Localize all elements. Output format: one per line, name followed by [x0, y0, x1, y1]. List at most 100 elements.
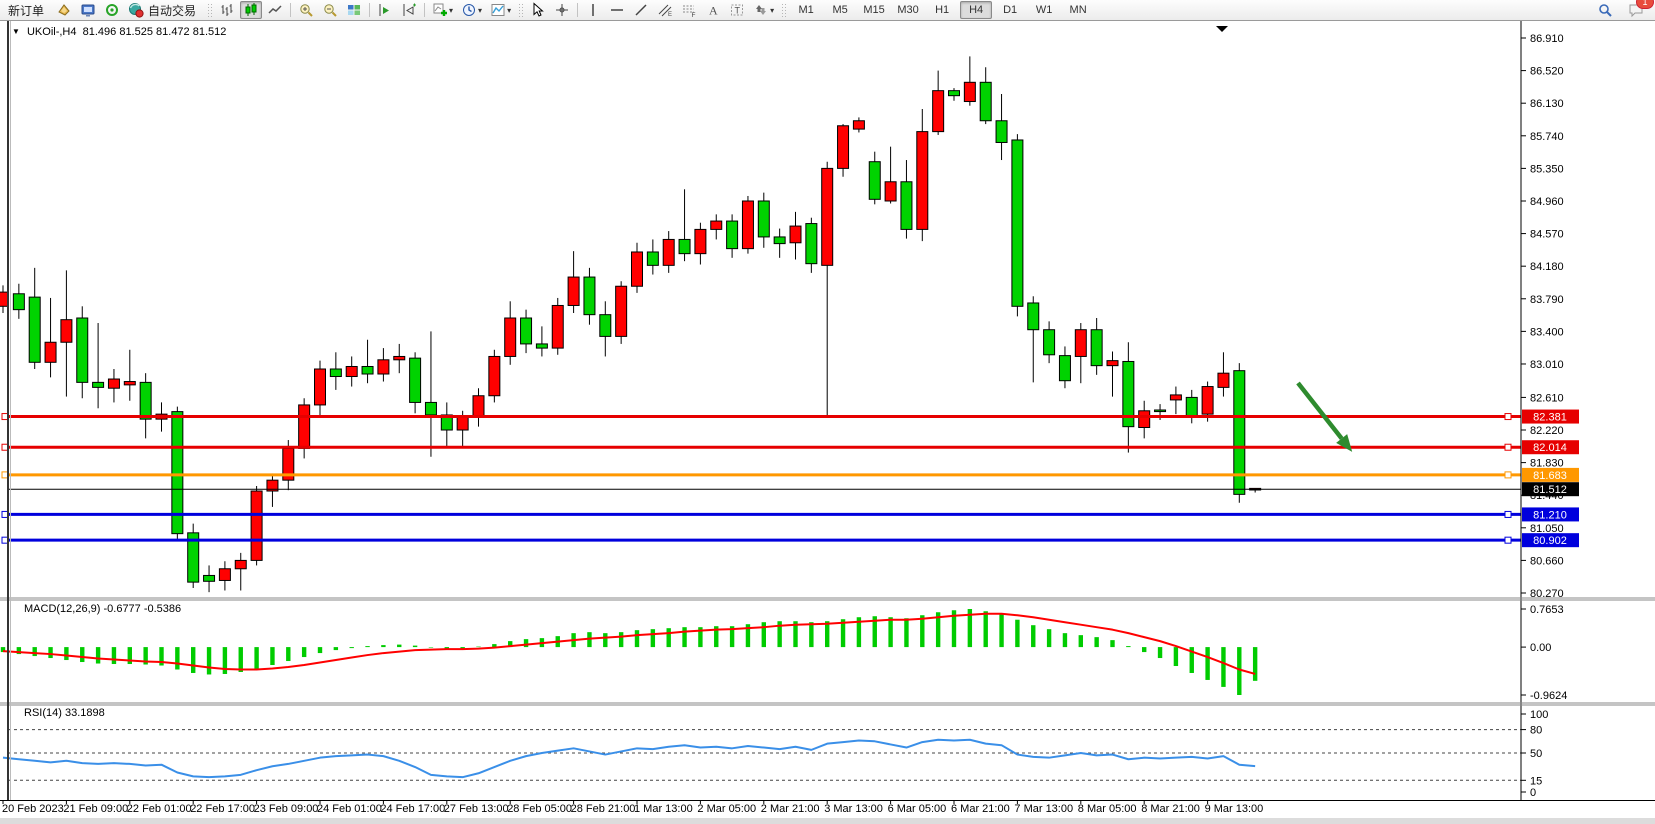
horizontal-line-tool-icon[interactable]	[606, 1, 628, 19]
price-tick-label: 80.270	[1530, 588, 1564, 600]
price-tick-label: 85.350	[1530, 163, 1564, 175]
chart-canvas[interactable]: 86.91086.52086.13085.74085.35084.96084.5…	[0, 0, 1655, 824]
timeframe-button-m5[interactable]: M5	[824, 1, 856, 19]
time-tick-label: 7 Mar 13:00	[1014, 803, 1073, 815]
price-tick-label: 83.400	[1530, 326, 1564, 338]
chevron-down-icon[interactable]: ▾	[449, 6, 453, 15]
svg-text:81.210: 81.210	[1533, 509, 1567, 521]
chevron-down-icon[interactable]: ▾	[770, 6, 774, 15]
chevron-down-icon[interactable]: ▾	[507, 6, 511, 15]
rsi-tick-label: 100	[1530, 709, 1548, 721]
price-level-badge: 81.210	[1522, 507, 1579, 521]
arrows-tool-icon[interactable]: ▾	[750, 1, 777, 19]
strategy-tester-icon[interactable]	[101, 1, 123, 19]
price-tick-label: 84.180	[1530, 261, 1564, 273]
price-tick-label: 86.520	[1530, 66, 1564, 78]
indicators-icon[interactable]: ▾	[429, 1, 456, 19]
time-tick-label: 22 Feb 01:00	[127, 803, 192, 815]
price-level-badge: 82.014	[1522, 440, 1579, 454]
time-tick-label: 6 Mar 05:00	[888, 803, 947, 815]
timeframe-button-h4[interactable]: H4	[960, 1, 992, 19]
toolbar-gripper	[207, 3, 212, 17]
tile-windows-icon[interactable]	[343, 1, 365, 19]
price-tick-label: 82.220	[1530, 425, 1564, 437]
autotrading-button[interactable]: 自动交易	[125, 1, 203, 19]
time-tick-label: 27 Feb 13:00	[444, 803, 509, 815]
price-tick-label: 83.010	[1530, 359, 1564, 371]
price-level-badge: 82.381	[1522, 410, 1579, 424]
time-tick-label: 8 Mar 21:00	[1141, 803, 1200, 815]
terminal-icon[interactable]	[77, 1, 99, 19]
price-tick-label: 85.740	[1530, 131, 1564, 143]
timeframe-button-m30[interactable]: M30	[892, 1, 924, 19]
fibonacci-tool-icon[interactable]: F	[678, 1, 700, 19]
rsi-tick-label: 0	[1530, 787, 1536, 799]
timeframe-button-m15[interactable]: M15	[858, 1, 890, 19]
timeframe-button-m1[interactable]: M1	[790, 1, 822, 19]
trendline-tool-icon[interactable]	[630, 1, 652, 19]
mt4-terminal: 新订单 自动交易	[0, 0, 1655, 824]
chart-title[interactable]: ▼ UKOil-,H4 81.496 81.525 81.472 81.512	[12, 26, 226, 38]
crosshair-icon[interactable]	[551, 1, 573, 19]
time-tick-label: 1 Mar 13:00	[634, 803, 693, 815]
price-tick-label: 84.570	[1530, 229, 1564, 241]
svg-text:T: T	[735, 6, 741, 16]
time-tick-label: 22 Feb 17:00	[190, 803, 255, 815]
chevron-down-icon[interactable]: ▾	[478, 6, 482, 15]
timeframe-button-h1[interactable]: H1	[926, 1, 958, 19]
equidistant-channel-tool-icon[interactable]: E	[654, 1, 676, 19]
zoom-in-icon[interactable]	[295, 1, 317, 19]
time-tick-label: 6 Mar 21:00	[951, 803, 1010, 815]
price-tick-label: 81.050	[1530, 523, 1564, 535]
window-bottom-strip	[0, 818, 1655, 824]
timeframe-button-d1[interactable]: D1	[994, 1, 1026, 19]
time-tick-label: 2 Mar 21:00	[761, 803, 820, 815]
new-order-button[interactable]: 新订单	[1, 1, 51, 19]
chart-title-ohlc: 81.496 81.525 81.472 81.512	[83, 26, 227, 38]
toolbar-separator	[290, 3, 291, 17]
notification-badge: 1	[1636, 0, 1654, 9]
time-tick-label: 9 Mar 13:00	[1205, 803, 1264, 815]
periods-clock-icon[interactable]: ▾	[458, 1, 485, 19]
line-chart-icon[interactable]	[264, 1, 286, 19]
rsi-indicator-label: RSI(14) 33.1898	[24, 707, 105, 719]
chart-title-symbol: UKOil-,H4	[27, 26, 77, 38]
svg-text:81.683: 81.683	[1533, 470, 1567, 482]
macd-tick-label: -0.9624	[1530, 690, 1567, 702]
time-tick-label: 21 Feb 09:00	[63, 803, 128, 815]
auto-scroll-icon[interactable]	[374, 1, 396, 19]
price-tick-label: 84.960	[1530, 196, 1564, 208]
toolbar-gripper	[781, 3, 786, 17]
rsi-tick-label: 50	[1530, 748, 1542, 760]
price-tick-label: 82.610	[1530, 392, 1564, 404]
rsi-tick-label: 15	[1530, 775, 1542, 787]
cursor-icon[interactable]	[527, 1, 549, 19]
notifications-chat-icon[interactable]: 1	[1625, 1, 1648, 19]
time-tick-label: 20 Feb 2023	[2, 803, 64, 815]
toolbar-gripper	[518, 3, 523, 17]
text-label-tool-icon[interactable]: T	[726, 1, 748, 19]
price-tick-label: 86.910	[1530, 33, 1564, 45]
vertical-line-tool-icon[interactable]	[582, 1, 604, 19]
macd-tick-label: 0.7653	[1530, 604, 1564, 616]
candlestick-chart-icon[interactable]	[240, 1, 262, 19]
time-tick-label: 8 Mar 05:00	[1078, 803, 1137, 815]
chart-shift-icon[interactable]	[398, 1, 420, 19]
bar-chart-icon[interactable]	[216, 1, 238, 19]
macd-tick-label: 0.00	[1530, 642, 1551, 654]
one-click-trading-arrow-icon[interactable]: ▼	[12, 27, 20, 36]
timeframe-button-w1[interactable]: W1	[1028, 1, 1060, 19]
price-level-badge: 80.902	[1522, 533, 1579, 547]
templates-icon[interactable]: ▾	[487, 1, 514, 19]
timeframe-button-mn[interactable]: MN	[1062, 1, 1094, 19]
svg-text:E: E	[668, 12, 672, 18]
rsi-tick-label: 80	[1530, 725, 1542, 737]
new-order-label: 新订单	[4, 2, 48, 19]
text-tool-icon[interactable]: A	[702, 1, 724, 19]
toolbar-separator	[577, 3, 578, 17]
time-tick-label: 24 Feb 17:00	[380, 803, 445, 815]
zoom-out-icon[interactable]	[319, 1, 341, 19]
search-icon[interactable]	[1594, 1, 1616, 19]
market-watch-icon[interactable]	[53, 1, 75, 19]
svg-text:82.014: 82.014	[1533, 442, 1567, 454]
